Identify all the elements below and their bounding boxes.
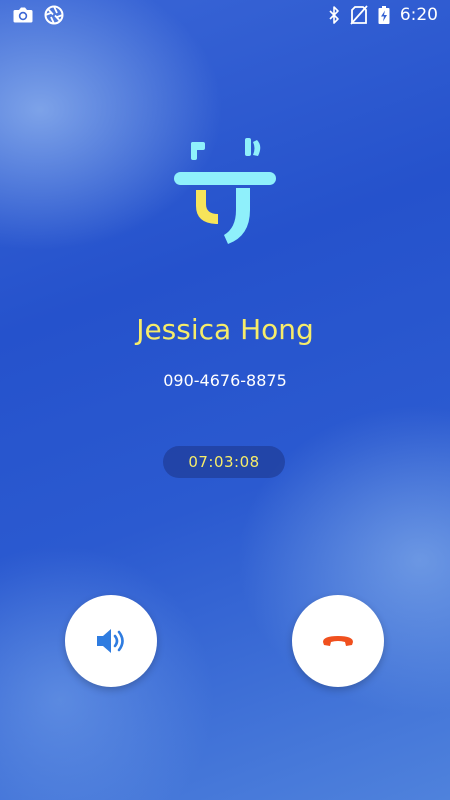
shutter-icon bbox=[44, 5, 64, 25]
call-duration-timer: 07:03:08 bbox=[163, 446, 285, 478]
battery-charging-icon bbox=[378, 5, 390, 25]
end-call-button[interactable] bbox=[292, 595, 384, 687]
status-time: 6:20 bbox=[399, 5, 438, 25]
speaker-icon bbox=[95, 627, 127, 655]
status-bar-right: 6:20 bbox=[328, 4, 438, 26]
app-logo bbox=[170, 138, 280, 248]
call-screen: 6:20 Jessica Hong 090-4676-8875 07:03:08 bbox=[0, 0, 450, 800]
bluetooth-icon bbox=[328, 5, 340, 25]
status-bar: 6:20 bbox=[0, 0, 450, 30]
end-call-icon bbox=[321, 633, 355, 649]
speaker-button[interactable] bbox=[65, 595, 157, 687]
caller-phone-number: 090-4676-8875 bbox=[163, 371, 287, 390]
no-sim-icon bbox=[350, 5, 368, 25]
camera-icon bbox=[12, 5, 34, 25]
status-bar-left bbox=[12, 5, 64, 25]
caller-name: Jessica Hong bbox=[136, 313, 314, 346]
